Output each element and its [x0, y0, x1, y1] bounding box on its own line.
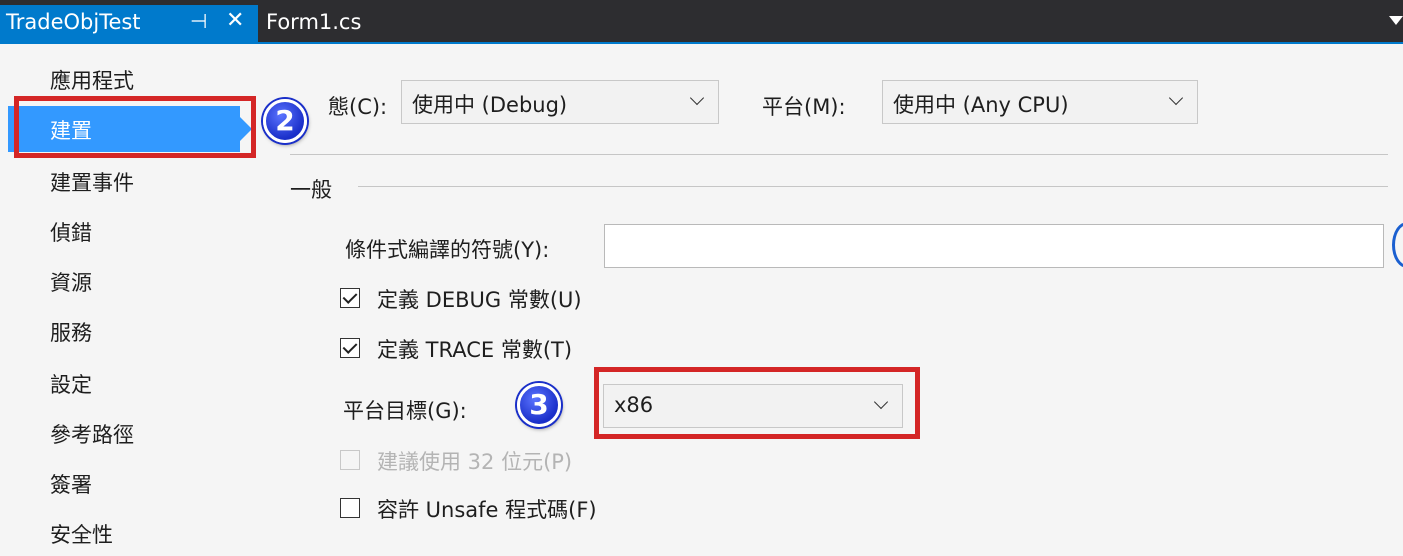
pin-icon[interactable]: ⊣ — [190, 9, 207, 33]
nav-item-label: 安全性 — [50, 523, 113, 547]
info-icon[interactable] — [1392, 222, 1403, 268]
define-trace-checkbox[interactable] — [340, 338, 360, 358]
nav-item-resources[interactable]: 資源 — [8, 258, 240, 304]
prefer32-label: 建議使用 32 位元(P) — [377, 450, 573, 474]
nav-item-label: 應用程式 — [50, 69, 134, 93]
tab-overflow-icon[interactable] — [1389, 16, 1403, 25]
platform-target-value: x86 — [614, 393, 654, 417]
platform-target-label: 平台目標(G): — [343, 399, 467, 423]
nav-item-debug[interactable]: 偵錯 — [8, 208, 240, 254]
conditional-symbols-input[interactable] — [604, 224, 1384, 268]
nav-item-label: 建置事件 — [50, 171, 134, 195]
chevron-down-icon — [873, 394, 889, 410]
nav-item-label: 服務 — [50, 321, 92, 345]
define-trace-label: 定義 TRACE 常數(T) — [377, 338, 573, 362]
nav-item-build[interactable]: 建置 — [8, 106, 252, 152]
nav-item-security[interactable]: 安全性 — [8, 510, 240, 556]
configuration-label: 態(C): — [328, 95, 388, 119]
tab-label: TradeObjTest — [6, 10, 141, 34]
prefer32-checkbox — [340, 450, 360, 470]
nav-item-label: 參考路徑 — [50, 423, 134, 447]
nav-item-label: 設定 — [50, 373, 92, 397]
platform-target-dropdown[interactable]: x86 — [603, 384, 903, 428]
tab-label: Form1.cs — [266, 10, 362, 34]
document-tab-bar: TradeObjTest ⊣ ✕ Form1.cs — [0, 0, 1403, 44]
configuration-value: 使用中 (Debug) — [412, 93, 568, 117]
allow-unsafe-label: 容許 Unsafe 程式碼(F) — [377, 498, 597, 522]
nav-item-application[interactable]: 應用程式 — [8, 56, 240, 102]
section-title-general: 一般 — [290, 178, 332, 202]
nav-item-signing[interactable]: 簽署 — [8, 460, 240, 506]
configuration-dropdown[interactable]: 使用中 (Debug) — [401, 80, 719, 124]
chevron-down-icon — [689, 90, 705, 106]
selection-arrow — [240, 117, 252, 141]
step-badge-2: 2 — [263, 99, 307, 143]
nav-item-label: 資源 — [50, 271, 92, 295]
allow-unsafe-checkbox[interactable] — [340, 498, 360, 518]
nav-item-build-events[interactable]: 建置事件 — [8, 158, 240, 204]
section-divider — [358, 186, 1388, 187]
check-icon — [342, 289, 358, 304]
step-badge-3: 3 — [517, 383, 561, 427]
check-icon — [342, 339, 358, 354]
define-debug-checkbox[interactable] — [340, 288, 360, 308]
project-properties-nav: 應用程式 建置 建置事件 偵錯 資源 服務 設定 參考路徑 簽署 安全性 — [8, 44, 252, 547]
close-icon[interactable]: ✕ — [226, 8, 244, 33]
platform-label: 平台(M): — [762, 95, 846, 119]
platform-value: 使用中 (Any CPU) — [893, 93, 1069, 117]
conditional-symbols-label: 條件式編譯的符號(Y): — [345, 238, 550, 262]
nav-item-label: 簽署 — [50, 473, 92, 497]
divider — [290, 154, 1388, 155]
nav-item-settings[interactable]: 設定 — [8, 360, 240, 406]
nav-item-services[interactable]: 服務 — [8, 308, 240, 354]
nav-item-label: 偵錯 — [50, 221, 92, 245]
chevron-down-icon — [1168, 90, 1184, 106]
tab-tradeobjtest[interactable]: TradeObjTest ⊣ ✕ — [0, 5, 258, 42]
platform-dropdown[interactable]: 使用中 (Any CPU) — [882, 80, 1198, 124]
nav-item-reference-paths[interactable]: 參考路徑 — [8, 410, 240, 456]
define-debug-label: 定義 DEBUG 常數(U) — [377, 288, 582, 312]
nav-item-label: 建置 — [50, 119, 92, 143]
